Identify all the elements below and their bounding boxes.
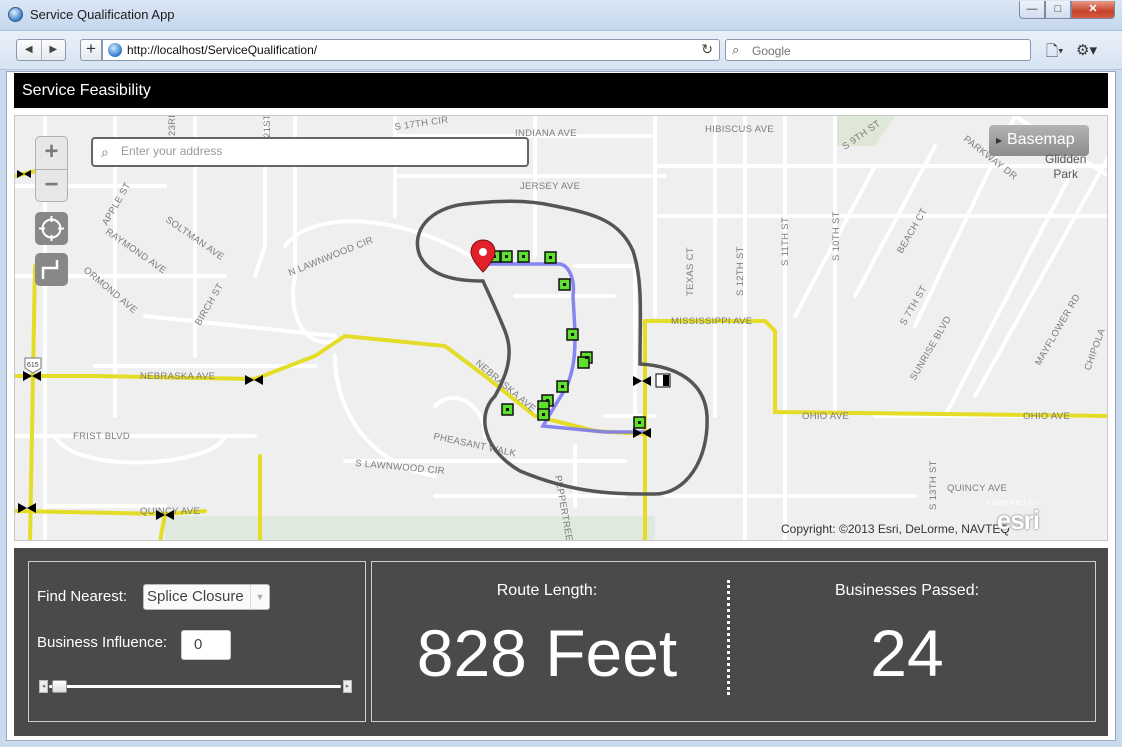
stats-box: Route Length: 828 Feet Businesses Passed… <box>371 561 1096 722</box>
window-controls: — □ ✕ <box>1019 1 1115 19</box>
place-label: Glidden Park <box>1045 152 1086 182</box>
svg-text:HIBISCUS AVE: HIBISCUS AVE <box>705 124 774 135</box>
slider-decrement-button[interactable]: ◂ <box>39 680 48 693</box>
svg-text:OHIO AVE: OHIO AVE <box>802 411 849 422</box>
svg-text:QUINCY AVE: QUINCY AVE <box>947 483 1007 494</box>
svg-text:OHIO AVE: OHIO AVE <box>1023 411 1070 422</box>
businesses-passed-label: Businesses Passed: <box>834 582 980 599</box>
forward-button[interactable]: ▶ <box>40 40 66 60</box>
find-nearest-value: Splice Closure <box>147 588 244 605</box>
place-label-line-1: Glidden <box>1045 152 1087 166</box>
browser-toolbar: ◀ ▶ + http://localhost/ServiceQualificat… <box>0 31 1122 70</box>
new-tab-button[interactable]: + <box>80 39 102 61</box>
tools-menu-icon[interactable]: ⚙▾ <box>1076 41 1097 59</box>
zoom-in-button[interactable]: + <box>36 137 67 169</box>
svg-text:23RD: 23RD <box>167 116 178 136</box>
svg-text:S 17TH CIR: S 17TH CIR <box>394 116 449 133</box>
route-tool-button[interactable] <box>35 253 68 286</box>
history-buttons: ◀ ▶ <box>16 39 66 61</box>
find-nearest-label: Find Nearest: <box>37 588 128 605</box>
map-attribution: Copyright: ©2013 Esri, DeLorme, NAVTEQ <box>781 522 1010 536</box>
zoom-out-button[interactable]: − <box>36 169 67 202</box>
app-header: Service Feasibility <box>14 73 1108 108</box>
search-icon: ⌕ <box>732 42 740 57</box>
results-panel: Find Nearest: Splice Closure ▼ Business … <box>14 548 1108 736</box>
esri-wordmark: esri <box>996 505 1040 535</box>
globe-icon <box>108 43 122 57</box>
reload-icon[interactable]: ↻ <box>701 41 713 58</box>
controls-box: Find Nearest: Splice Closure ▼ Business … <box>28 561 366 722</box>
slider-increment-button[interactable]: ▸ <box>343 680 352 693</box>
find-nearest-select[interactable]: Splice Closure ▼ <box>143 584 270 610</box>
slider-thumb[interactable] <box>52 680 67 693</box>
map-view[interactable]: S 17TH CIR INDIANA AVE HIBISCUS AVE JERS… <box>14 115 1108 541</box>
browser-search-box[interactable]: ⌕ <box>725 39 1031 61</box>
svg-text:PHEASANT WALK: PHEASANT WALK <box>432 431 517 459</box>
svg-text:CHIPOLA: CHIPOLA <box>1082 327 1107 372</box>
address-input[interactable] <box>121 144 511 158</box>
slider-track[interactable] <box>49 685 341 688</box>
svg-text:BIRCH ST: BIRCH ST <box>193 282 226 328</box>
svg-text:N LAWNWOOD CIR: N LAWNWOOD CIR <box>287 235 375 279</box>
page-content: Service Feasibility S 17TH CIR INDIANA A… <box>6 71 1116 741</box>
minimize-button[interactable]: — <box>1019 1 1045 19</box>
back-button[interactable]: ◀ <box>17 40 41 60</box>
route-length-value: 828 Feet <box>416 616 678 690</box>
svg-text:FRIST BLVD: FRIST BLVD <box>73 431 130 442</box>
maximize-button[interactable]: □ <box>1045 1 1071 19</box>
svg-text:TEXAS CT: TEXAS CT <box>685 247 696 296</box>
svg-text:21ST: 21ST <box>262 116 273 138</box>
address-bar[interactable]: http://localhost/ServiceQualification/ ↻ <box>102 39 720 61</box>
close-button[interactable]: ✕ <box>1071 1 1115 19</box>
svg-text:MAYFLOWER RD: MAYFLOWER RD <box>1033 292 1083 367</box>
caret-right-icon: ▶ <box>996 136 1003 145</box>
svg-text:S 12TH ST: S 12TH ST <box>735 246 746 296</box>
page-menu-icon[interactable]: 🗋▾ <box>1046 41 1064 66</box>
svg-text:S 11TH ST: S 11TH ST <box>780 217 791 266</box>
svg-text:615: 615 <box>27 362 39 369</box>
map-canvas[interactable]: S 17TH CIR INDIANA AVE HIBISCUS AVE JERS… <box>15 116 1108 541</box>
search-icon: ⌕ <box>101 144 109 160</box>
route-length-label: Route Length: <box>496 582 598 599</box>
window-title: Service Qualification App <box>30 7 175 22</box>
route-icon <box>41 260 59 279</box>
basemap-label: Basemap <box>1007 131 1075 148</box>
browser-search-input[interactable] <box>752 44 1012 58</box>
svg-text:S 10TH ST: S 10TH ST <box>831 211 842 261</box>
business-influence-input[interactable]: 0 <box>181 630 231 660</box>
window-titlebar: Service Qualification App — □ ✕ <box>0 0 1122 31</box>
zoom-control: + − <box>35 136 68 202</box>
app-globe-icon <box>8 7 23 22</box>
crosshair-icon <box>39 216 64 241</box>
locate-button[interactable] <box>35 212 68 245</box>
url-text[interactable]: http://localhost/ServiceQualification/ <box>127 43 317 57</box>
chevron-down-icon: ▼ <box>250 585 269 609</box>
businesses-passed-value: 24 <box>870 616 944 690</box>
svg-text:NEBRASKA AVE: NEBRASKA AVE <box>140 371 215 382</box>
stats-divider <box>727 580 730 695</box>
svg-text:MISSISSIPPI AVE: MISSISSIPPI AVE <box>671 316 752 327</box>
svg-text:ORMOND AVE: ORMOND AVE <box>81 265 139 316</box>
svg-text:S 13TH ST: S 13TH ST <box>928 460 939 510</box>
place-label-line-2: Park <box>1053 167 1079 181</box>
svg-text:JERSEY AVE: JERSEY AVE <box>520 181 580 192</box>
app-title: Service Feasibility <box>22 82 151 99</box>
business-influence-label: Business Influence: <box>37 634 168 651</box>
address-search-box[interactable]: ⌕ <box>91 137 529 167</box>
